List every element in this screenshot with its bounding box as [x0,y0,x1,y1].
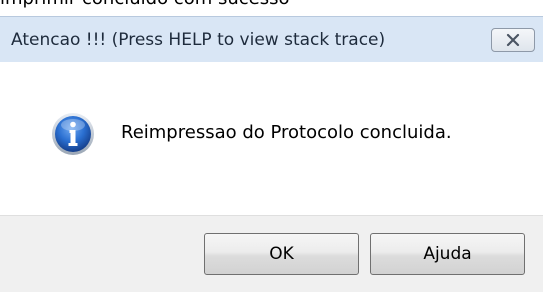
dialog-content: Reimpressao do Protocolo concluida. [0,62,543,215]
info-icon [52,113,94,155]
dialog-footer: OK Ajuda [0,215,543,292]
dialog-titlebar[interactable]: Atencao !!! (Press HELP to view stack tr… [0,16,543,63]
dialog-title: Atencao !!! (Press HELP to view stack tr… [11,30,386,50]
help-button[interactable]: Ajuda [370,233,525,275]
clipped-background-text: imprimir concluido com sucesso [0,0,290,9]
message-dialog: Atencao !!! (Press HELP to view stack tr… [0,16,543,292]
close-icon [506,33,520,47]
close-button[interactable] [491,28,535,52]
dialog-message: Reimpressao do Protocolo concluida. [121,122,452,143]
ok-button[interactable]: OK [204,233,359,275]
